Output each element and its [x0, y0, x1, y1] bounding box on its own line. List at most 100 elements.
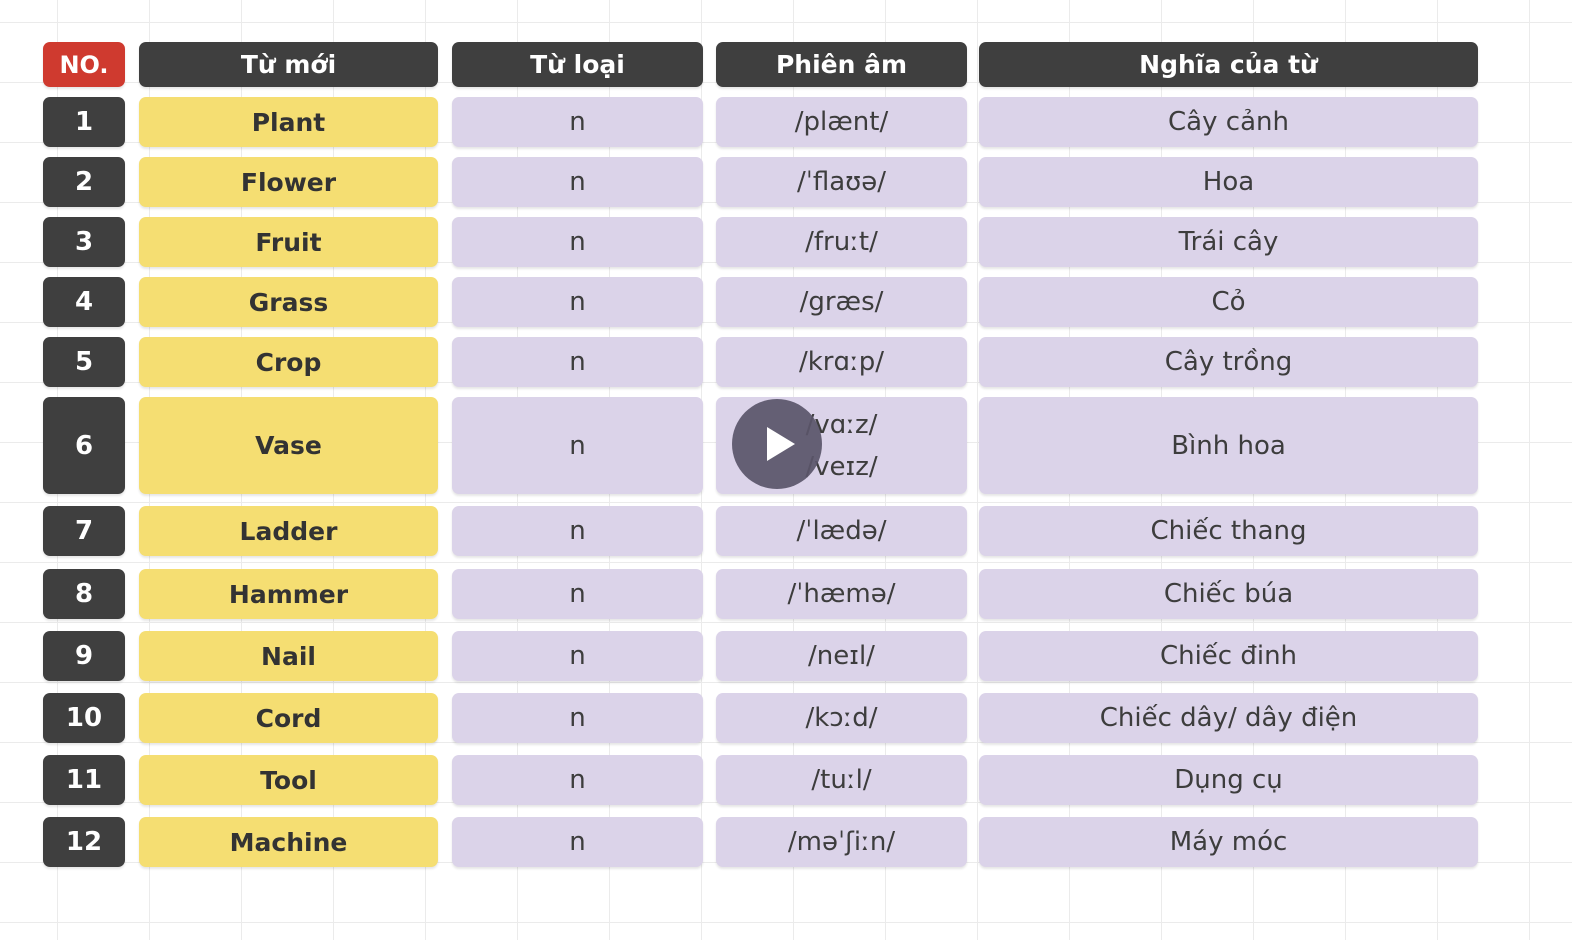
word-meaning: Cỏ	[979, 277, 1478, 327]
pronunciation: /fruːt/	[716, 217, 967, 267]
word-type: n	[452, 755, 703, 805]
table-row: 3 Fruit n/fruːt/Trái cây	[0, 217, 1572, 267]
row-number: 8	[43, 569, 125, 619]
pronunciation: /neɪl/	[716, 631, 967, 681]
word-meaning: Chiếc dây/ dây điện	[979, 693, 1478, 743]
row-number: 12	[43, 817, 125, 867]
row-number: 3	[43, 217, 125, 267]
pronunciation: /tuːl/	[716, 755, 967, 805]
pronunciation-list: /məˈʃiːn/	[788, 821, 895, 863]
vocab-word: Cord	[139, 693, 438, 743]
pronunciation-text: /kɔːd/	[805, 703, 878, 733]
word-type: n	[452, 693, 703, 743]
vocab-word: Crop	[139, 337, 438, 387]
header-no: NO.	[43, 42, 125, 87]
word-meaning: Trái cây	[979, 217, 1478, 267]
table-row: 4 Grass n/græs/Cỏ	[0, 277, 1572, 327]
word-meaning: Cây trồng	[979, 337, 1478, 387]
pronunciation-list: /tuːl/	[811, 759, 871, 801]
word-type: n	[452, 97, 703, 147]
vocab-word: Hammer	[139, 569, 438, 619]
pronunciation-list: /fruːt/	[805, 221, 878, 263]
word-type: n	[452, 506, 703, 556]
pronunciation-list: /ˈflaʊə/	[797, 161, 886, 203]
vocab-word: Nail	[139, 631, 438, 681]
pronunciation-list: /neɪl/	[808, 635, 875, 677]
word-meaning: Chiếc đinh	[979, 631, 1478, 681]
pronunciation-text: /ˈflaʊə/	[796, 167, 887, 197]
row-number: 7	[43, 506, 125, 556]
vocab-word: Tool	[139, 755, 438, 805]
pronunciation-text: /græs/	[799, 287, 884, 317]
row-number: 2	[43, 157, 125, 207]
vocab-word: Grass	[139, 277, 438, 327]
pronunciation-text: /plænt/	[794, 107, 889, 137]
table-row: 1 Plant n/plænt/Cây cảnh	[0, 97, 1572, 147]
word-meaning: Chiếc thang	[979, 506, 1478, 556]
word-meaning: Dụng cụ	[979, 755, 1478, 805]
header-word: Từ mới	[139, 42, 438, 87]
header-pronunciation: Phiên âm	[716, 42, 967, 87]
row-number: 6	[43, 397, 125, 494]
table-row: 10 Cord n/kɔːd/Chiếc dây/ dây điện	[0, 693, 1572, 743]
table-row: 7 Ladder n/ˈlædə/Chiếc thang	[0, 506, 1572, 556]
pronunciation: /plænt/	[716, 97, 967, 147]
pronunciation-list: /ˈlædə/	[797, 510, 887, 552]
vocab-word: Machine	[139, 817, 438, 867]
row-number: 10	[43, 693, 125, 743]
vocab-word: Ladder	[139, 506, 438, 556]
word-type: n	[452, 631, 703, 681]
vocab-word: Vase	[139, 397, 438, 494]
row-number: 1	[43, 97, 125, 147]
word-meaning: Máy móc	[979, 817, 1478, 867]
word-type: n	[452, 397, 703, 494]
pronunciation: /ˈhæmə/	[716, 569, 967, 619]
pronunciation: /məˈʃiːn/	[716, 817, 967, 867]
play-icon	[766, 427, 795, 461]
pronunciation-list: /ˈhæmə/	[788, 573, 896, 615]
pronunciation-list: /krɑːp/	[799, 341, 884, 383]
pronunciation: /græs/	[716, 277, 967, 327]
word-type: n	[452, 157, 703, 207]
pronunciation-text: /fruːt/	[805, 227, 878, 257]
pronunciation-text: /krɑːp/	[798, 347, 885, 377]
pronunciation: /krɑːp/	[716, 337, 967, 387]
table-row: 11 Tool n/tuːl/Dụng cụ	[0, 755, 1572, 805]
row-number: 5	[43, 337, 125, 387]
vocab-word: Fruit	[139, 217, 438, 267]
word-meaning: Chiếc búa	[979, 569, 1478, 619]
table-row: 2 Flower n/ˈflaʊə/Hoa	[0, 157, 1572, 207]
word-type: n	[452, 217, 703, 267]
pronunciation-text: /neɪl/	[808, 641, 875, 671]
table-row: 8 Hammer n/ˈhæmə/Chiếc búa	[0, 569, 1572, 619]
pronunciation: /kɔːd/	[716, 693, 967, 743]
row-number: 4	[43, 277, 125, 327]
word-meaning: Cây cảnh	[979, 97, 1478, 147]
header-meaning: Nghĩa của từ	[979, 42, 1478, 87]
vocab-word: Plant	[139, 97, 438, 147]
pronunciation-list: /græs/	[800, 281, 884, 323]
row-number: 11	[43, 755, 125, 805]
word-meaning: Hoa	[979, 157, 1478, 207]
table-row: 5 Crop n/krɑːp/Cây trồng	[0, 337, 1572, 387]
pronunciation-list: /kɔːd/	[805, 697, 877, 739]
row-number: 9	[43, 631, 125, 681]
play-button[interactable]	[732, 399, 822, 489]
word-type: n	[452, 569, 703, 619]
word-type: n	[452, 817, 703, 867]
table-row: 9 Nail n/neɪl/Chiếc đinh	[0, 631, 1572, 681]
pronunciation: /ˈlædə/	[716, 506, 967, 556]
word-meaning: Bình hoa	[979, 397, 1478, 494]
pronunciation-text: /ˈlædə/	[796, 516, 887, 546]
pronunciation: /ˈflaʊə/	[716, 157, 967, 207]
pronunciation-text: /məˈʃiːn/	[787, 827, 896, 857]
header-word-type: Từ loại	[452, 42, 703, 87]
pronunciation-list: /plænt/	[795, 101, 888, 143]
pronunciation-text: /tuːl/	[811, 765, 872, 795]
table-row: 12 Machine n/məˈʃiːn/Máy móc	[0, 817, 1572, 867]
word-type: n	[452, 277, 703, 327]
word-type: n	[452, 337, 703, 387]
vocab-word: Flower	[139, 157, 438, 207]
pronunciation-text: /ˈhæmə/	[787, 579, 896, 609]
table-header: NO. Từ mới Từ loại Phiên âm Nghĩa của từ	[0, 42, 1572, 87]
